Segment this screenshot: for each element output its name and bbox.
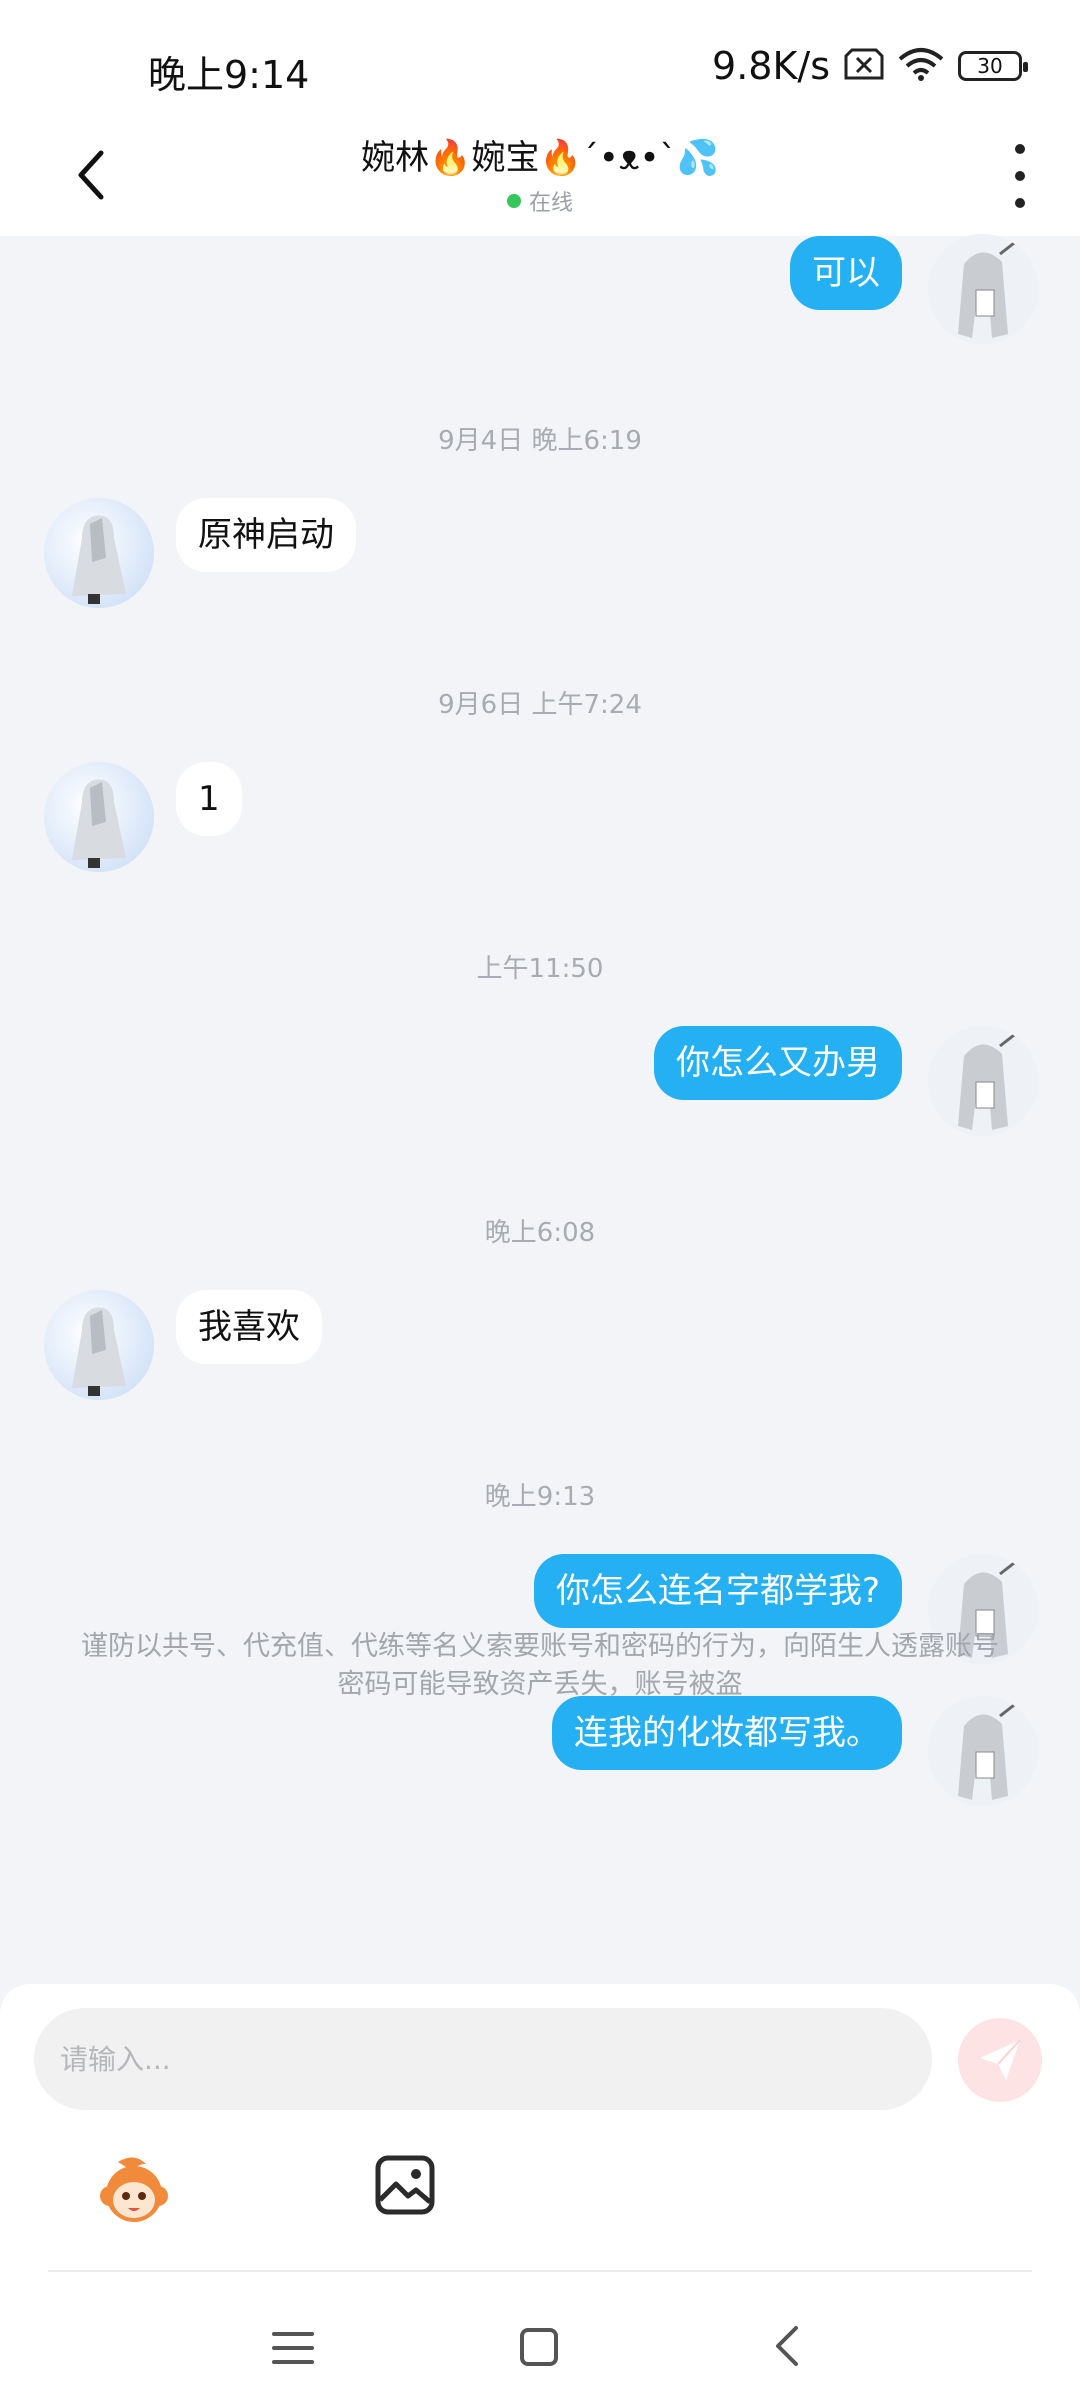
chat-header: 婉林🔥婉宝🔥´•ᴥ•`💦 在线 (0, 118, 1080, 236)
contact-avatar[interactable] (44, 1290, 154, 1400)
outgoing-message[interactable]: 连我的化妆都写我。 (552, 1696, 902, 1770)
contact-avatar[interactable] (44, 498, 154, 608)
timestamp: 晚上6:08 (484, 1218, 596, 1248)
status-bar: 晚上9:14 9.8K/s 30 (0, 0, 1080, 130)
incoming-message[interactable]: 我喜欢 (176, 1290, 322, 1364)
outgoing-message[interactable]: 你怎么又办男 (654, 1026, 902, 1100)
online-dot-icon (506, 194, 521, 208)
image-button[interactable] (374, 2154, 436, 2216)
timestamp: 晚上9:13 (484, 1482, 596, 1512)
divider (48, 2270, 1032, 2272)
menu-icon (272, 2332, 314, 2364)
emoji-button[interactable] (96, 2154, 172, 2230)
my-avatar[interactable] (928, 234, 1038, 344)
recent-apps-button[interactable] (272, 2330, 314, 2366)
battery-level: 30 (977, 54, 1003, 78)
no-sim-icon (844, 48, 884, 84)
timestamp: 9月6日 上午7:24 (438, 690, 642, 720)
incoming-message[interactable]: 原神启动 (176, 498, 356, 572)
home-button[interactable] (520, 2328, 558, 2366)
send-button[interactable] (958, 2018, 1042, 2102)
more-vertical-icon (1015, 144, 1025, 154)
image-icon (375, 2155, 435, 2215)
network-speed: 9.8K/s (712, 44, 830, 88)
chat-messages[interactable]: 可以 9月4日 晚上6:19 原神启动 9月6日 上午7:24 1 上午11:5… (0, 234, 1080, 1986)
outgoing-message[interactable]: 你怎么连名字都学我? (533, 1554, 902, 1628)
more-options-button[interactable] (1008, 144, 1032, 208)
wifi-icon (898, 47, 944, 85)
system-nav-bar (0, 2290, 1080, 2400)
incoming-message[interactable]: 1 (176, 762, 242, 836)
status-icons: 9.8K/s 30 (712, 44, 1028, 88)
status-time: 晚上9:14 (148, 53, 310, 97)
message-input[interactable] (34, 2008, 932, 2110)
contact-avatar[interactable] (44, 762, 154, 872)
timestamp: 上午11:50 (476, 954, 604, 984)
my-avatar[interactable] (928, 1696, 1038, 1806)
my-avatar[interactable] (928, 1026, 1038, 1136)
contact-name: 婉林🔥婉宝🔥´•ᴥ•`💦 (361, 138, 719, 178)
monkey-emoji-icon (100, 2157, 168, 2222)
outgoing-message[interactable]: 可以 (790, 236, 902, 310)
security-notice: 谨防以共号、代充值、代练等名义索要账号和密码的行为，向陌生人透露账号密码可能导致… (81, 1631, 999, 1700)
send-icon (980, 2039, 1021, 2080)
online-status-label: 在线 (528, 191, 573, 216)
battery-icon: 30 (958, 51, 1028, 81)
back-triangle-icon (776, 2326, 798, 2366)
header-title-area: 婉林🔥婉宝🔥´•ᴥ•`💦 在线 (0, 130, 1080, 217)
system-back-button[interactable] (772, 2324, 802, 2368)
online-status: 在线 (506, 185, 573, 217)
timestamp: 9月4日 晚上6:19 (438, 426, 642, 456)
